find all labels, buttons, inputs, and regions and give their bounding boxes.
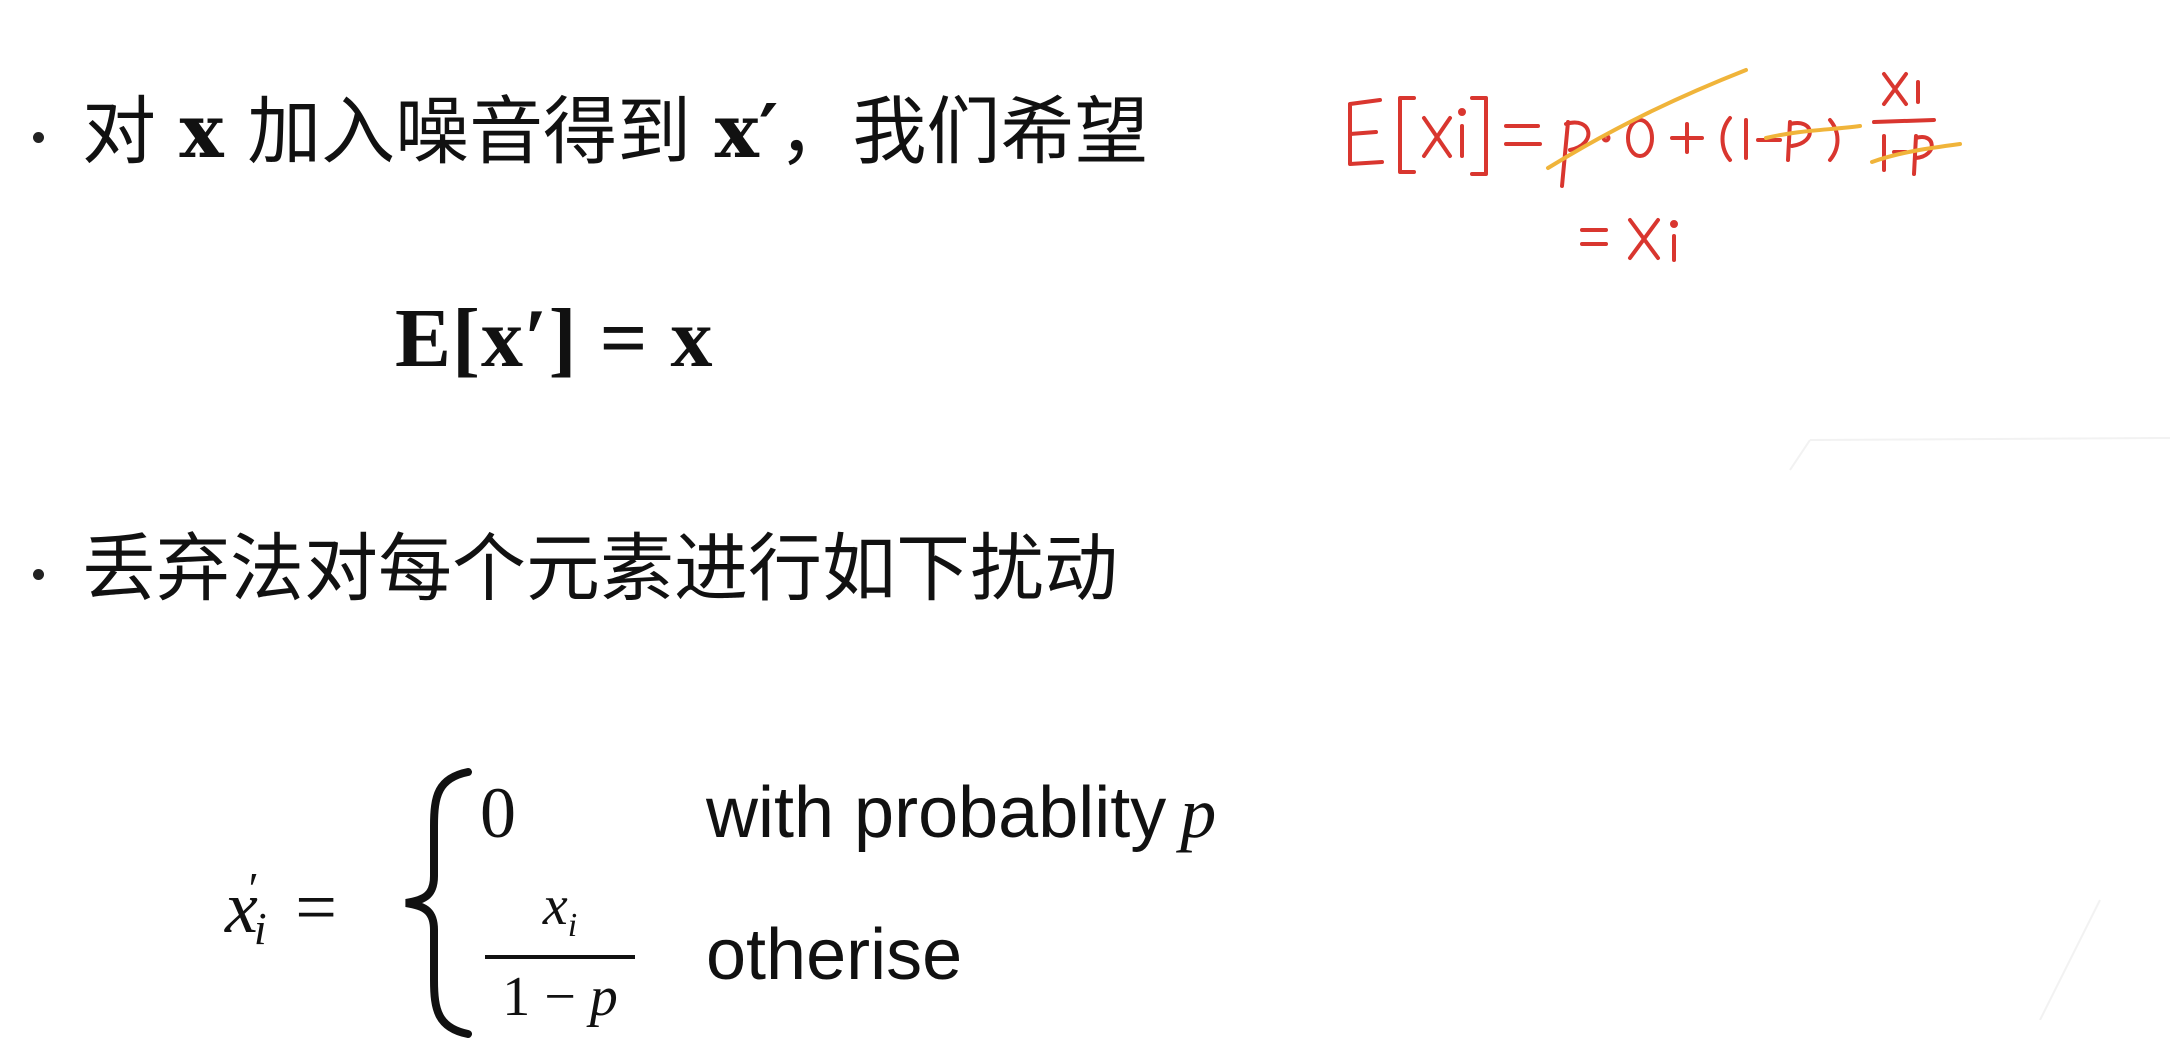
case-2-condition: otherise [706, 915, 963, 995]
expectation-equation: E[x′] = x [395, 292, 714, 385]
lhs-prime: ′ [248, 863, 259, 914]
case-1-value: 0 [480, 773, 516, 853]
bullet-1-var-x-prime: x′ [714, 89, 779, 175]
lhs-equals: = [295, 867, 337, 949]
piecewise-lhs: xi′ = [225, 862, 337, 955]
denominator-var: p [589, 966, 618, 1029]
slide: 对 x 加入噪音得到 x′，我们希望 E[x′] = x 丢弃法对每个元素进行如… [0, 0, 2173, 1046]
left-brace-icon [405, 768, 472, 1038]
annotation-ink [1348, 72, 1936, 262]
handwritten-annotation [1348, 68, 1962, 262]
background-decoration [1789, 437, 2170, 1020]
fraction-denominator: 1 − p [485, 969, 635, 1025]
bullet-dot [33, 132, 44, 143]
case-1-condition: with probablity p [706, 772, 1216, 855]
numerator-sub: i [567, 907, 578, 945]
bullet-line-1: 对 x 加入噪音得到 x′，我们希望 [82, 95, 1148, 169]
case-1-condition-var: p [1180, 773, 1217, 853]
numerator-var: x [542, 875, 568, 937]
bullet-1-suffix: ，我们希望 [778, 89, 1149, 175]
bullet-line-2: 丢弃法对每个元素进行如下扰动 [82, 526, 1118, 612]
bullet-1-var-x: x [179, 89, 224, 175]
bullet-1-prefix: 对 [82, 89, 156, 175]
case-1-condition-text: with probablity [706, 773, 1167, 853]
denominator-left: 1 − [502, 966, 590, 1029]
bullet-dot [33, 569, 44, 580]
fraction-numerator: xi [485, 878, 635, 943]
case-2-fraction: xi 1 − p [485, 878, 635, 1025]
fraction-bar [485, 955, 635, 960]
bullet-1-middle: 加入噪音得到 [247, 89, 692, 175]
